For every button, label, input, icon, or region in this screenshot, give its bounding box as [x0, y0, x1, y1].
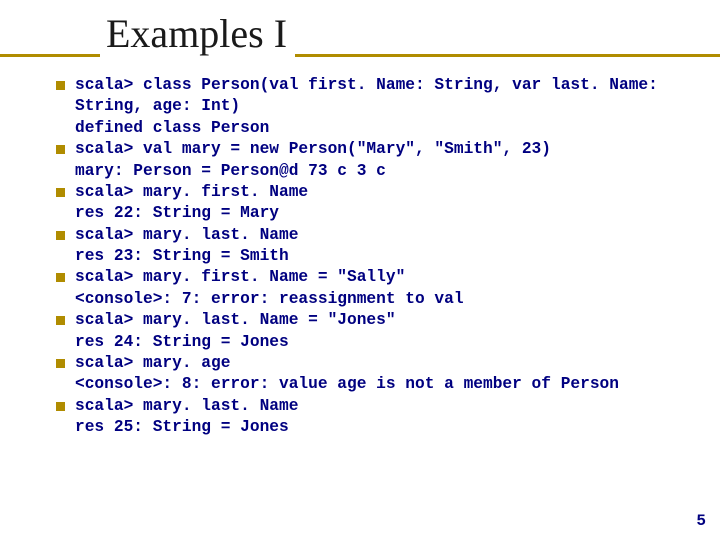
code-line: scala> mary. last. Name res 25: String =…: [75, 396, 700, 439]
square-bullet-icon: [56, 316, 65, 325]
list-item: scala> val mary = new Person("Mary", "Sm…: [56, 139, 700, 182]
list-item: scala> mary. last. Name res 25: String =…: [56, 396, 700, 439]
code-line: scala> mary. first. Name = "Sally" <cons…: [75, 267, 700, 310]
list-item: scala> mary. first. Name res 22: String …: [56, 182, 700, 225]
title-area: Examples I: [0, 10, 720, 57]
code-line: scala> mary. last. Name res 23: String =…: [75, 225, 700, 268]
slide-title: Examples I: [100, 10, 295, 57]
square-bullet-icon: [56, 81, 65, 90]
content-list: scala> class Person(val first. Name: Str…: [56, 75, 700, 438]
code-line: scala> val mary = new Person("Mary", "Sm…: [75, 139, 700, 182]
square-bullet-icon: [56, 145, 65, 154]
code-line: scala> mary. first. Name res 22: String …: [75, 182, 700, 225]
square-bullet-icon: [56, 273, 65, 282]
square-bullet-icon: [56, 231, 65, 240]
slide: Examples I scala> class Person(val first…: [0, 0, 720, 540]
list-item: scala> mary. first. Name = "Sally" <cons…: [56, 267, 700, 310]
list-item: scala> mary. age <console>: 8: error: va…: [56, 353, 700, 396]
list-item: scala> class Person(val first. Name: Str…: [56, 75, 700, 139]
page-number: 5: [696, 512, 706, 530]
code-line: scala> mary. last. Name = "Jones" res 24…: [75, 310, 700, 353]
square-bullet-icon: [56, 188, 65, 197]
square-bullet-icon: [56, 402, 65, 411]
code-line: scala> class Person(val first. Name: Str…: [75, 75, 700, 139]
list-item: scala> mary. last. Name res 23: String =…: [56, 225, 700, 268]
list-item: scala> mary. last. Name = "Jones" res 24…: [56, 310, 700, 353]
code-line: scala> mary. age <console>: 8: error: va…: [75, 353, 700, 396]
square-bullet-icon: [56, 359, 65, 368]
